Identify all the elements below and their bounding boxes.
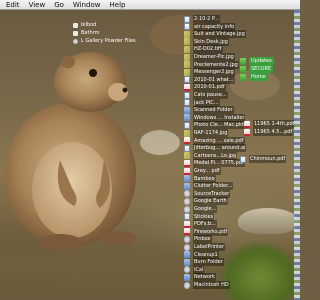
img-icon: [184, 30, 190, 38]
desktop-item-home[interactable]: Home: [240, 73, 268, 81]
desktop-item[interactable]: Macintosh HD: [184, 281, 230, 289]
desktop-item-updates[interactable]: Updates: [240, 57, 274, 65]
green-app-icon: [240, 65, 246, 73]
wallpaper-grass: [220, 242, 300, 300]
desktop-item-label: 11965 4.5...pdf: [253, 128, 294, 136]
desktop-item-label: Chinmoun.pdf: [249, 155, 287, 163]
folder-icon: [184, 258, 190, 266]
pdf-icon: [244, 128, 250, 136]
app-icon: [184, 205, 190, 213]
desktop-item-pdf-3[interactable]: Chinmoun.pdf: [240, 155, 287, 163]
folder-icon: [184, 273, 190, 281]
app-icon: [184, 281, 190, 289]
app-icon: [184, 197, 190, 205]
desktop-item-label: Macintosh HD: [193, 281, 230, 289]
badge-label: Home: [249, 73, 268, 81]
desktop-item-label: Bathrm: [81, 30, 100, 36]
menu-help[interactable]: Help: [110, 0, 126, 10]
menu-view[interactable]: View: [29, 0, 46, 10]
pdf-icon: [184, 159, 190, 167]
menu-bar: Edit View Go Window Help: [0, 0, 300, 10]
pdf-icon: [184, 137, 190, 145]
menu-window[interactable]: Window: [73, 0, 101, 10]
img-icon: [184, 129, 190, 137]
doc-icon: [184, 23, 190, 31]
folder-icon: [73, 23, 78, 28]
doc-icon: [184, 144, 190, 152]
menu-go[interactable]: Go: [54, 0, 64, 10]
folder-icon: [184, 251, 190, 259]
doc-icon: [184, 76, 190, 84]
desktop-item-label: 11965 1-4th.pdf: [253, 120, 296, 128]
desktop-item-bathrm[interactable]: Bathrm: [73, 30, 99, 37]
dock-strip[interactable]: [294, 10, 300, 300]
document-icon: [240, 155, 246, 163]
desktop-item-label: L Gallery Powder Files: [81, 38, 136, 44]
pdf-icon: [244, 120, 250, 128]
doc-icon: [184, 213, 190, 221]
img-icon: [184, 61, 190, 69]
green-app-icon: [240, 73, 246, 81]
pdf-icon: [184, 167, 190, 175]
green-app-icon: [240, 57, 246, 65]
img-icon: [184, 38, 190, 46]
app-icon: [184, 235, 190, 243]
app-icon: [184, 190, 190, 198]
folder-icon: [184, 114, 190, 122]
folder-icon: [184, 175, 190, 183]
img-icon: [184, 68, 190, 76]
desktop-item-pdf-2[interactable]: 11965 4.5...pdf: [244, 128, 294, 136]
prairie-dog-image: [4, 52, 136, 250]
badge-label: SECURE: [249, 65, 274, 73]
pdf-icon: [184, 83, 190, 91]
desktop-item-pdf-1[interactable]: 11965 1-4th.pdf: [244, 120, 296, 128]
app-icon: [184, 266, 190, 274]
folder-icon: [184, 182, 190, 190]
wallpaper-rock: [238, 208, 298, 234]
doc-icon: [184, 15, 190, 23]
desktop-item-label: bilbod: [81, 22, 97, 28]
doc-icon: [184, 121, 190, 129]
desktop-item-gallery[interactable]: L Gallery Powder Files: [73, 38, 136, 45]
desktop-item-secure[interactable]: SECURE: [240, 65, 274, 73]
app-icon: [73, 39, 78, 44]
desktop-item-bilbod[interactable]: bilbod: [73, 22, 96, 29]
img-icon: [184, 152, 190, 160]
folder-icon: [73, 31, 78, 36]
pdf-icon: [184, 220, 190, 228]
folder-icon: [184, 106, 190, 114]
menu-edit[interactable]: Edit: [6, 0, 20, 10]
app-icon: [184, 243, 190, 251]
doc-icon: [184, 91, 190, 99]
img-icon: [184, 53, 190, 61]
img-icon: [184, 45, 190, 53]
pdf-icon: [184, 228, 190, 236]
badge-label: Updates: [249, 57, 274, 65]
doc-icon: [184, 99, 190, 107]
